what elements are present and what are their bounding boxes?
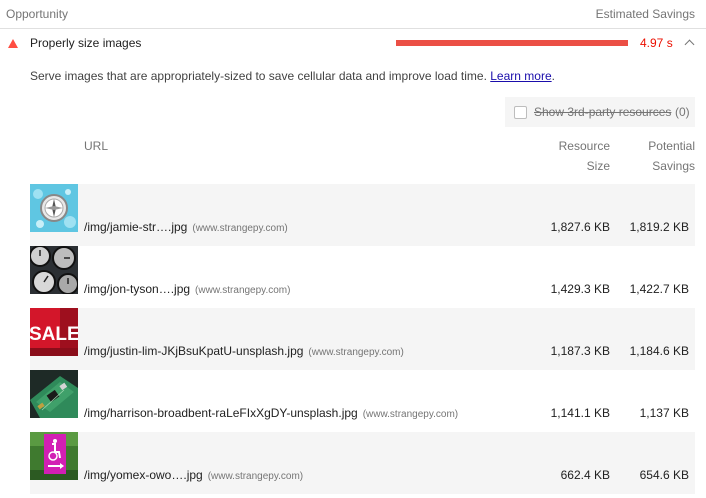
- table-row: /img/harrison-broadbent-raLeFIxXgDY-unsp…: [30, 370, 695, 432]
- url-host: (www.strangepy.com): [192, 223, 288, 234]
- potential-savings: 1,819.2 KB: [629, 220, 689, 234]
- resource-url: /img/justin-lim-JKjBsuKpatU-unsplash.jpg…: [84, 344, 404, 358]
- resource-size: 662.4 KB: [560, 468, 610, 482]
- thumbnail-compass: [30, 184, 78, 232]
- audit-summary-row[interactable]: Properly size images 4.97 s: [0, 29, 706, 57]
- resource-url: /img/yomex-owo….jpg (www.strangepy.com): [84, 468, 303, 482]
- third-party-label: Show 3rd-party resources: [534, 105, 672, 119]
- url-text: /img/jamie-str….jpg: [84, 220, 188, 234]
- estimated-savings-heading: Estimated Savings: [595, 7, 695, 21]
- url-text: /img/harrison-broadbent-raLeFIxXgDY-unsp…: [84, 406, 358, 420]
- resource-url: /img/harrison-broadbent-raLeFIxXgDY-unsp…: [84, 406, 458, 420]
- sale-text: SALE: [30, 324, 78, 345]
- thumbnail-sale-sign: SALE: [30, 308, 78, 356]
- column-header-savings-line1: Potential: [648, 139, 695, 153]
- url-text: /img/justin-lim-JKjBsuKpatU-unsplash.jpg: [84, 344, 304, 358]
- thumbnail-clocks: [30, 246, 78, 294]
- thumbnail-circuit-board: [30, 370, 78, 418]
- url-host: (www.strangepy.com): [308, 347, 404, 358]
- warning-triangle-icon: [8, 39, 18, 48]
- resource-size: 1,827.6 KB: [550, 220, 610, 234]
- potential-savings: 1,137 KB: [639, 406, 689, 420]
- resource-url: /img/jamie-str….jpg (www.strangepy.com): [84, 220, 288, 234]
- audit-description: Serve images that are appropriately-size…: [30, 69, 555, 83]
- third-party-filter[interactable]: Show 3rd-party resources (0): [505, 97, 695, 127]
- table-row: /img/yomex-owo….jpg (www.strangepy.com) 6…: [30, 432, 695, 494]
- savings-value: 4.97 s: [640, 36, 673, 50]
- resource-size: 1,187.3 KB: [550, 344, 610, 358]
- description-period: .: [551, 69, 555, 83]
- url-host: (www.strangepy.com): [207, 471, 304, 482]
- resource-size: 1,141.1 KB: [550, 406, 610, 420]
- column-header-savings-line2: Savings: [652, 159, 695, 173]
- audit-title: Properly size images: [30, 36, 142, 50]
- resource-size: 1,429.3 KB: [550, 282, 610, 296]
- url-text: /img/jon-tyson….jpg: [84, 282, 191, 296]
- column-header-resource-size: Resource Size: [540, 136, 610, 176]
- opportunity-heading: Opportunity: [6, 7, 69, 21]
- potential-savings: 654.6 KB: [639, 468, 689, 482]
- third-party-count: (0): [675, 105, 690, 119]
- table-row: /img/jamie-str….jpg (www.strangepy.com) 1…: [30, 184, 695, 246]
- column-header-size-line2: Size: [586, 159, 610, 173]
- url-text: /img/yomex-owo….jpg: [84, 468, 203, 482]
- chevron-up-icon[interactable]: [684, 39, 695, 50]
- description-text: Serve images that are appropriately-size…: [30, 69, 487, 83]
- potential-savings: 1,184.6 KB: [629, 344, 689, 358]
- savings-bar: [396, 40, 628, 46]
- table-row: SALE /img/justin-lim-JKjBsuKpatU-unsplas…: [30, 308, 695, 370]
- table-header-bar: Opportunity Estimated Savings: [0, 0, 706, 29]
- column-header-potential-savings: Potential Savings: [624, 136, 695, 176]
- url-host: (www.strangepy.com): [362, 409, 459, 420]
- column-header-url: URL: [84, 139, 109, 153]
- learn-more-link[interactable]: Learn more: [490, 69, 551, 83]
- thumbnail-pink-sign: [30, 432, 78, 480]
- table-row: /img/jon-tyson….jpg (www.strangepy.com) 1…: [30, 246, 695, 308]
- url-host: (www.strangepy.com): [195, 285, 291, 296]
- potential-savings: 1,422.7 KB: [629, 282, 689, 296]
- resource-url: /img/jon-tyson….jpg (www.strangepy.com): [84, 282, 290, 296]
- column-header-size-line1: Resource: [558, 139, 610, 153]
- third-party-checkbox[interactable]: [514, 106, 527, 119]
